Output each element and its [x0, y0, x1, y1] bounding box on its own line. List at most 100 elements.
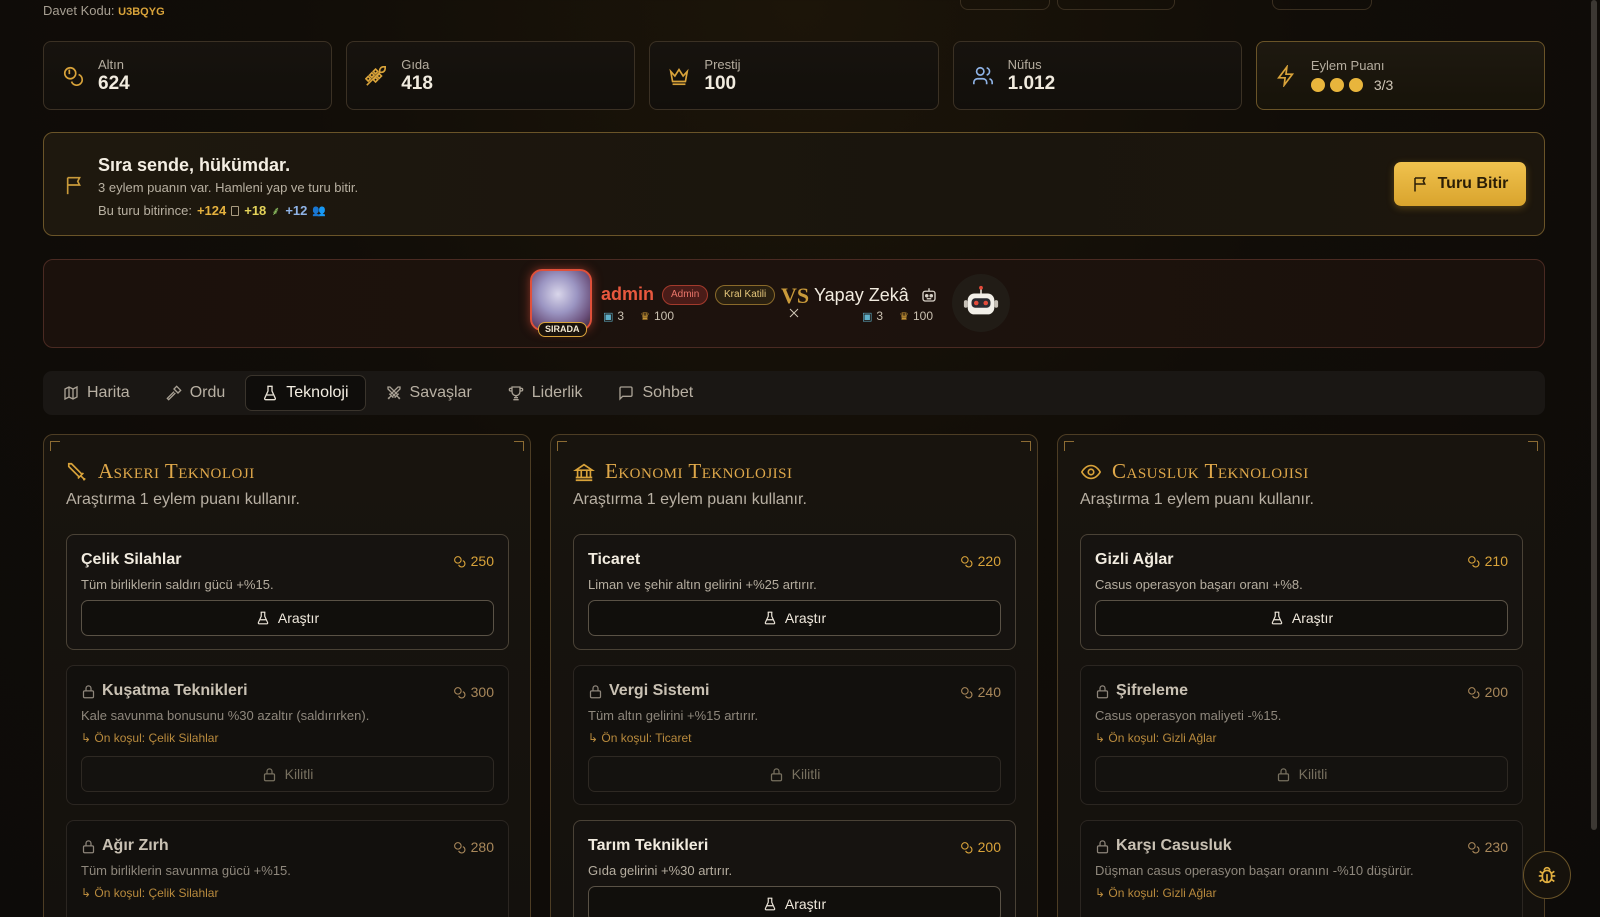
coins-icon: [960, 555, 973, 568]
prerequisite: ↳ Ön koşul: Gizli Ağlar: [1095, 886, 1217, 900]
crossed-swords-icon: [788, 307, 800, 319]
wheat-icon: [365, 65, 387, 87]
coins-icon: [453, 841, 466, 854]
tech-cost: 220: [960, 553, 1001, 569]
prerequisite: ↳ Ön koşul: Ticaret: [588, 731, 692, 745]
tech-cost: 280: [453, 839, 494, 855]
action-point-dot: [1310, 78, 1325, 92]
research-note: Araştırma 1 eylem puanı kullanır.: [1080, 491, 1314, 508]
crown-icon: ♛: [899, 310, 909, 323]
food-gain: +18: [244, 203, 267, 218]
opponent-avatar[interactable]: [952, 274, 1010, 332]
locked-button: Kilitli: [588, 756, 1001, 792]
bug-report-button[interactable]: [1523, 851, 1571, 899]
opponent-name: Yapay Zekâ: [814, 285, 909, 305]
robot-icon: [920, 286, 938, 304]
stat-prestige: Prestij 100: [649, 41, 939, 110]
tab-sohbet[interactable]: Sohbet: [602, 375, 709, 411]
column-title: Ekonomi Teknolojisi: [605, 459, 793, 483]
turn-subtitle: 3 eylem puanın var. Hamleni yap ve turu …: [98, 180, 359, 195]
tab-teknoloji[interactable]: Teknoloji: [245, 375, 366, 411]
action-point-dot: [1329, 78, 1344, 92]
coins-icon: [1467, 686, 1480, 699]
turn-tag: SIRADA: [538, 322, 587, 337]
locked-button: Kilitli: [81, 756, 494, 792]
tab-savaslar[interactable]: Savaşlar: [370, 375, 488, 411]
tech-card: Gizli Ağlar 210 Casus operasyon başarı o…: [1080, 534, 1523, 650]
tab-ordu[interactable]: Ordu: [150, 375, 242, 411]
end-turn-button[interactable]: Turu Bitir: [1394, 162, 1526, 206]
action-point-dots: 3/3: [1310, 77, 1393, 93]
vs-label: VS: [781, 283, 810, 308]
coins-icon: [1467, 555, 1480, 568]
coins-icon: [453, 555, 466, 568]
tech-cost: 250: [453, 553, 494, 569]
main-tabs: Harita Ordu Teknoloji Savaşlar Liderlik …: [43, 371, 1545, 415]
top-ghost-button[interactable]: [960, 0, 1050, 10]
turn-gains: Bu turu bitirince: +124 +18 ⸙ +12 👥: [98, 203, 327, 218]
gold-gain: +124: [196, 203, 227, 218]
stat-food: Gıda 418: [346, 41, 636, 110]
tab-liderlik[interactable]: Liderlik: [492, 375, 599, 411]
lock-icon: [1276, 767, 1291, 782]
people-small-icon: 👥: [312, 205, 327, 217]
flask-icon: [256, 610, 270, 626]
lock-icon: [81, 684, 96, 699]
stat-gold: Altın 624: [43, 41, 333, 110]
research-note: Araştırma 1 eylem puanı kullanır.: [66, 491, 300, 508]
flag-icon: [1413, 177, 1426, 192]
users-icon: [972, 65, 994, 87]
turn-title: Sıra sende, hükümdar.: [98, 155, 291, 175]
top-ghost-button[interactable]: [1057, 0, 1175, 10]
flag-icon: [64, 173, 86, 197]
research-button[interactable]: Araştır: [81, 600, 494, 636]
top-ghost-button[interactable]: [1272, 0, 1372, 10]
chat-icon: [618, 385, 634, 401]
lock-icon: [1095, 839, 1110, 854]
tech-card-locked: Vergi Sistemi 240 Tüm altın gelirini +%1…: [573, 665, 1016, 805]
opponent-stats: ▣ 3 ♛ 100: [862, 309, 933, 323]
tech-cost: 210: [1467, 553, 1508, 569]
tech-card: Ticaret 220 Liman ve şehir altın gelirin…: [573, 534, 1016, 650]
lock-icon: [262, 767, 277, 782]
stat-population: Nüfus 1.012: [952, 41, 1242, 110]
tech-card-locked: Karşı Casusluk 230 Düşman casus operasyo…: [1080, 820, 1523, 917]
trophy-icon: [508, 385, 524, 401]
player-stats: ▣ 3 ♛ 100: [603, 309, 674, 323]
research-note: Araştırma 1 eylem puanı kullanır.: [573, 491, 807, 508]
prerequisite: ↳ Ön koşul: Çelik Silahlar: [81, 886, 219, 900]
column-title: Casusluk Teknolojisi: [1112, 459, 1309, 483]
tab-harita[interactable]: Harita: [47, 375, 146, 411]
wheat-small-icon: ⸙: [271, 204, 281, 218]
research-button[interactable]: Araştır: [1095, 600, 1508, 636]
coins-icon: [453, 686, 466, 699]
bank-icon: [573, 461, 595, 483]
coins-icon: [960, 686, 973, 699]
map-icon: [63, 385, 79, 401]
column-title: Askeri Teknoloji: [98, 459, 255, 483]
crown-icon: ♛: [640, 310, 650, 323]
stat-action-points: Eylem Puanı 3/3: [1255, 41, 1546, 110]
lock-icon: [588, 684, 603, 699]
research-button[interactable]: Araştır: [588, 600, 1001, 636]
coins-icon: [62, 65, 84, 87]
population-gain: +12: [285, 203, 308, 218]
column-economy-tech: Ekonomi Teknolojisi Araştırma 1 eylem pu…: [550, 434, 1038, 917]
tech-card: Çelik Silahlar 250 Tüm birliklerin saldı…: [66, 534, 509, 650]
title-badge: Kral Katili: [715, 285, 776, 305]
coins-icon: [960, 841, 973, 854]
lock-icon: [1095, 684, 1110, 699]
coin-small-icon: [231, 205, 240, 216]
player-name: admin: [601, 284, 655, 304]
hammer-icon: [166, 385, 182, 401]
bug-icon: [1536, 864, 1558, 886]
crown-icon: [668, 65, 690, 87]
column-military-tech: Askeri Teknoloji Araştırma 1 eylem puanı…: [43, 434, 531, 917]
page-scrollbar[interactable]: [1591, 0, 1597, 830]
lock-icon: [81, 839, 96, 854]
crossed-swords-icon: [386, 385, 402, 401]
invite-code-value[interactable]: U3BQYG: [118, 6, 164, 18]
resource-bar: Altın 624 Gıda 418 Prestij 100 Nüfus 1.012 E…: [43, 41, 1546, 110]
prerequisite: ↳ Ön koşul: Çelik Silahlar: [81, 731, 219, 745]
research-button[interactable]: Araştır: [588, 886, 1001, 917]
